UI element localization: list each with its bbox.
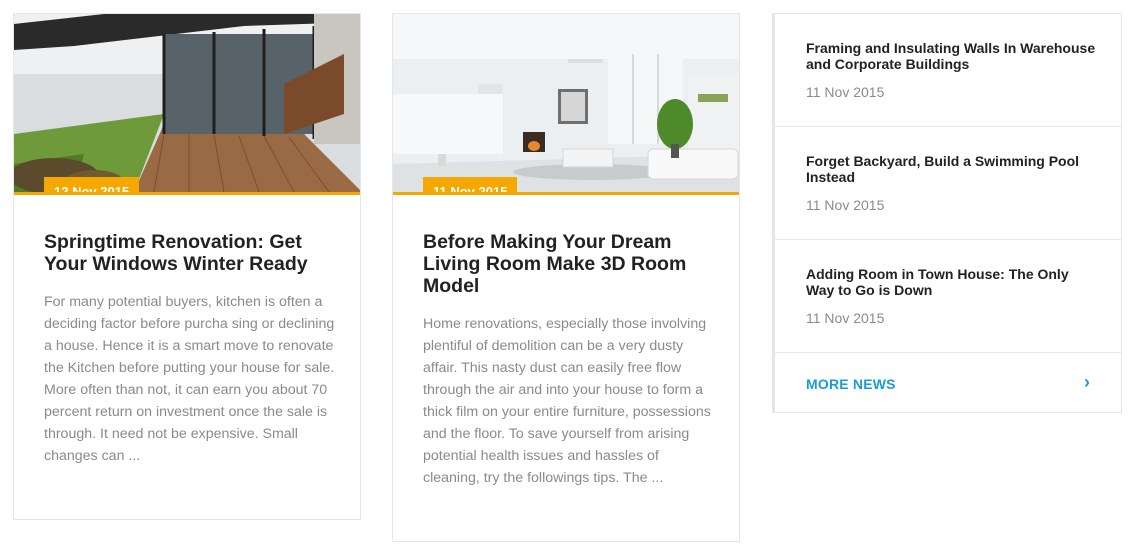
news-item[interactable]: Forget Backyard, Build a Swimming Pool I… xyxy=(775,127,1121,240)
post-excerpt: For many potential buyers, kitchen is of… xyxy=(44,294,335,464)
post-date-badge: 11 Nov 2015 xyxy=(423,177,518,192)
news-date: 11 Nov 2015 xyxy=(806,197,885,213)
news-title[interactable]: Framing and Insulating Walls In Warehous… xyxy=(806,40,1096,72)
post-thumbnail-exterior[interactable]: 12 Nov 2015 xyxy=(14,14,360,195)
news-title[interactable]: Adding Room in Town House: The Only Way … xyxy=(806,266,1096,298)
post-card: 12 Nov 2015 Springtime Renovation: Get Y… xyxy=(13,13,361,520)
news-title[interactable]: Forget Backyard, Build a Swimming Pool I… xyxy=(806,153,1096,185)
news-item[interactable]: Framing and Insulating Walls In Warehous… xyxy=(775,14,1121,127)
news-sidebar: Framing and Insulating Walls In Warehous… xyxy=(772,13,1122,413)
post-title[interactable]: Before Making Your Dream Living Room Mak… xyxy=(423,231,713,297)
chevron-right-icon[interactable]: › xyxy=(1084,372,1090,393)
post-thumbnail-living-room[interactable]: 11 Nov 2015 xyxy=(393,14,739,195)
more-news-link[interactable]: MORE NEWS xyxy=(806,376,896,392)
news-date: 11 Nov 2015 xyxy=(806,310,885,326)
news-item[interactable]: Adding Room in Town House: The Only Way … xyxy=(775,240,1121,353)
post-excerpt: Home renovations, especially those invol… xyxy=(423,316,711,486)
post-title[interactable]: Springtime Renovation: Get Your Windows … xyxy=(44,231,334,275)
news-date: 11 Nov 2015 xyxy=(806,84,885,100)
post-card: 11 Nov 2015 Before Making Your Dream Liv… xyxy=(392,13,740,542)
post-date-badge: 12 Nov 2015 xyxy=(44,177,140,192)
